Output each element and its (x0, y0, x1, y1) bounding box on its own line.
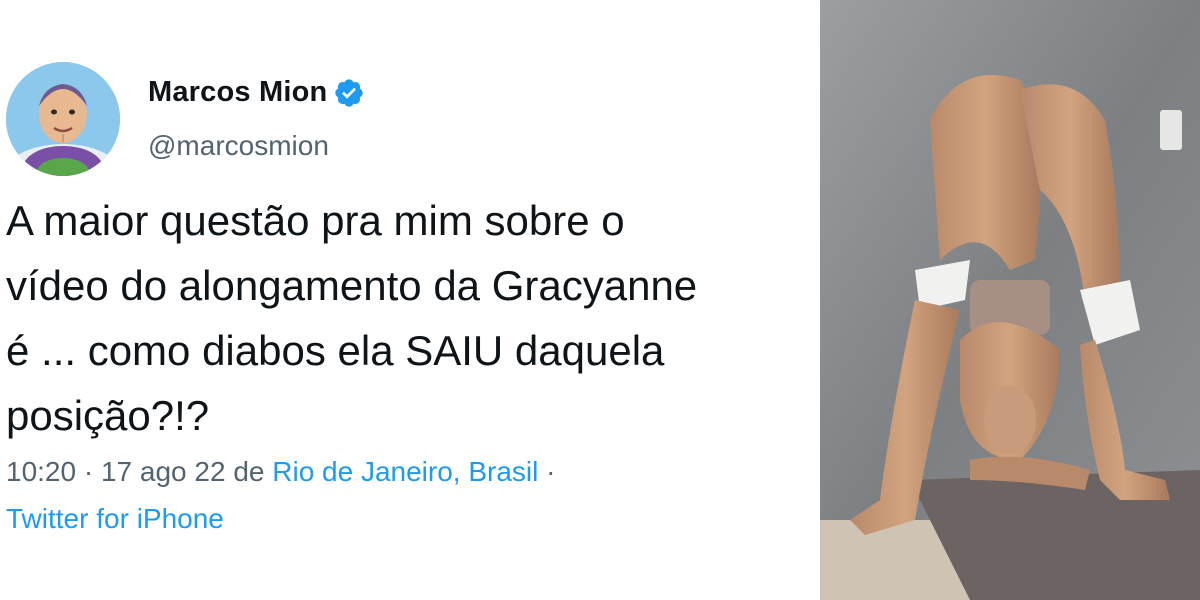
avatar-image (6, 62, 120, 176)
tweet-source-link[interactable]: Twitter for iPhone (6, 503, 224, 534)
attached-photo[interactable] (820, 0, 1200, 600)
tweet-card: Marcos Mion @marcosmion A maior questão … (0, 0, 820, 600)
meta-separator: · (76, 456, 101, 487)
verified-badge-icon (335, 78, 364, 107)
meta-separator-trailing: · (538, 456, 556, 487)
tweet-metadata: 10:20 · 17 ago 22 de Rio de Janeiro, Bra… (6, 448, 555, 542)
tweet-text: A maior questão pra mim sobre o vídeo do… (6, 197, 698, 439)
display-name[interactable]: Marcos Mion (148, 76, 327, 109)
user-handle[interactable]: @marcosmion (148, 130, 329, 162)
tweet-date[interactable]: 17 ago 22 (101, 456, 226, 487)
avatar[interactable] (6, 62, 120, 176)
tweet-location-link[interactable]: Rio de Janeiro, Brasil (272, 456, 538, 487)
location-prefix: de (225, 456, 273, 487)
author-name-row[interactable]: Marcos Mion (148, 76, 365, 109)
yoga-stretch-photo (820, 0, 1200, 600)
tweet-time[interactable]: 10:20 (6, 456, 76, 487)
